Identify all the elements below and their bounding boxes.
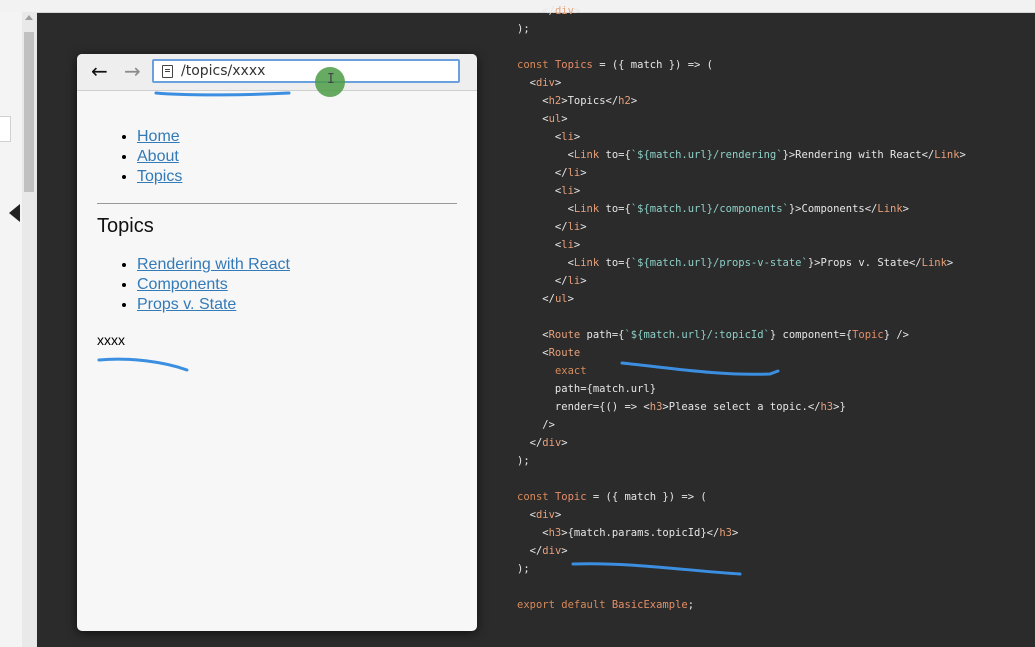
code-line[interactable]: );: [517, 560, 530, 578]
nav-link-topics[interactable]: Topics: [137, 168, 182, 185]
code-line[interactable]: <Link to={`${match.url}/components`}>Com…: [517, 200, 909, 218]
page-icon: [162, 65, 173, 78]
code-line[interactable]: </li>: [517, 272, 587, 290]
left-panel: [0, 12, 37, 647]
code-line[interactable]: path={match.url}: [517, 380, 656, 398]
nav-link-about[interactable]: About: [137, 148, 179, 165]
divider: [97, 203, 457, 204]
forward-arrow-icon[interactable]: →: [124, 60, 141, 82]
code-line[interactable]: <div>: [517, 506, 562, 524]
address-bar[interactable]: /topics/xxxx: [152, 59, 460, 83]
topic-link-components[interactable]: Components: [137, 276, 228, 293]
topic-link-rendering[interactable]: Rendering with React: [137, 256, 290, 273]
scroll-up-icon[interactable]: [25, 15, 33, 20]
code-line[interactable]: </li>: [517, 218, 587, 236]
address-text: /topics/xxxx: [181, 63, 266, 79]
code-line[interactable]: </div>: [517, 434, 568, 452]
code-line[interactable]: </div>: [517, 2, 580, 20]
code-line[interactable]: </li>: [517, 164, 587, 182]
nav-list: Home About Topics: [117, 127, 182, 187]
code-line[interactable]: <Route path={`${match.url}/:topicId`} co…: [517, 326, 909, 344]
list-item: Components: [137, 275, 290, 295]
nav-link-home[interactable]: Home: [137, 128, 180, 145]
underline-topic-param: [571, 562, 742, 576]
code-line[interactable]: <li>: [517, 236, 580, 254]
topic-id-heading: xxxx: [97, 332, 125, 348]
text-cursor-icon: I: [327, 72, 335, 87]
topics-list: Rendering with React Components Props v.…: [117, 255, 290, 315]
code-line[interactable]: <Route: [517, 344, 580, 362]
code-line[interactable]: );: [517, 20, 530, 38]
code-line[interactable]: render={() => <h3>Please select a topic.…: [517, 398, 846, 416]
code-line[interactable]: <Link to={`${match.url}/props-v-state`}>…: [517, 254, 954, 272]
code-line[interactable]: <h3>{match.params.topicId}</h3>: [517, 524, 738, 542]
left-panel-background: [0, 12, 22, 647]
code-line[interactable]: const Topics = ({ match }) => (: [517, 56, 713, 74]
code-line[interactable]: <li>: [517, 128, 580, 146]
topics-heading: Topics: [97, 215, 154, 237]
list-item: Home: [137, 127, 182, 147]
list-item: Rendering with React: [137, 255, 290, 275]
code-line[interactable]: <Link to={`${match.url}/rendering`}>Rend…: [517, 146, 966, 164]
back-arrow-icon[interactable]: ←: [91, 60, 108, 82]
code-line[interactable]: export default BasicExample;: [517, 596, 694, 614]
code-line[interactable]: const Topic = ({ match }) => (: [517, 488, 707, 506]
underline-route-path: [620, 361, 780, 376]
left-panel-input[interactable]: [0, 116, 11, 142]
code-line[interactable]: <h2>Topics</h2>: [517, 92, 637, 110]
list-item: Topics: [137, 167, 182, 187]
scrollbar-thumb[interactable]: [24, 32, 34, 192]
code-line[interactable]: </ul>: [517, 290, 574, 308]
code-line[interactable]: <ul>: [517, 110, 567, 128]
collapse-arrow-icon[interactable]: [9, 204, 20, 222]
browser-toolbar: ← → /topics/xxxx I: [77, 54, 477, 97]
list-item: Props v. State: [137, 295, 290, 315]
list-item: About: [137, 147, 182, 167]
code-line[interactable]: <li>: [517, 182, 580, 200]
code-line[interactable]: />: [517, 416, 555, 434]
browser-window: ← → /topics/xxxx I Home About Topics Top…: [77, 54, 477, 631]
topic-link-props[interactable]: Props v. State: [137, 296, 236, 313]
code-line[interactable]: </div>: [517, 542, 568, 560]
code-line[interactable]: <div>: [517, 74, 562, 92]
code-line[interactable]: exact: [517, 362, 587, 380]
code-line[interactable]: );: [517, 452, 530, 470]
